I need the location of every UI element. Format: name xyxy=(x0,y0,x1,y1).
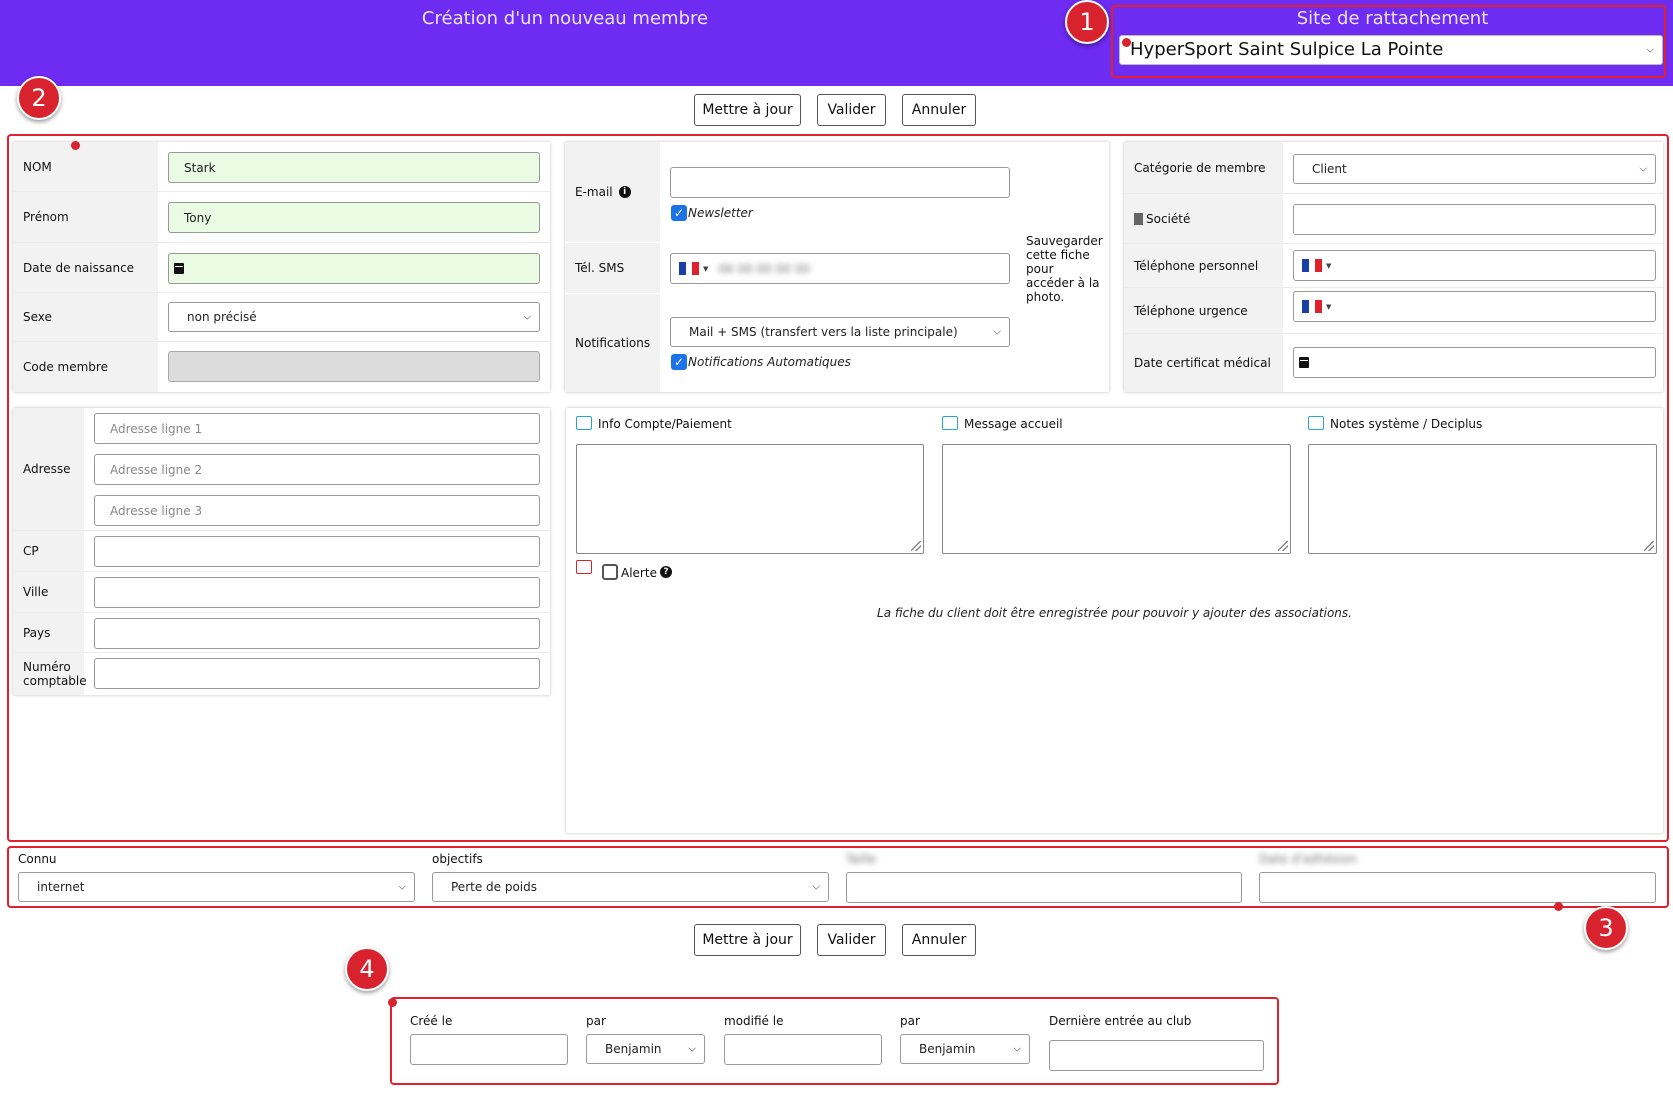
validate-button-top[interactable]: Valider xyxy=(817,94,886,126)
update-button-bottom[interactable]: Mettre à jour xyxy=(694,924,801,956)
marker-2-dot xyxy=(71,141,80,150)
highlight-box-3 xyxy=(7,846,1669,908)
marker-4-dot xyxy=(388,998,397,1007)
marker-4: 4 xyxy=(345,947,389,991)
marker-1-dot xyxy=(1122,38,1131,47)
validate-button-bottom[interactable]: Valider xyxy=(817,924,886,956)
marker-3-dot xyxy=(1554,902,1563,911)
highlight-box-2 xyxy=(7,134,1669,842)
marker-3: 3 xyxy=(1584,906,1628,950)
highlight-box-4 xyxy=(390,997,1279,1085)
cancel-button-bottom[interactable]: Annuler xyxy=(902,924,976,956)
marker-1: 1 xyxy=(1065,0,1109,44)
update-button-top[interactable]: Mettre à jour xyxy=(694,94,801,126)
page-title: Création d'un nouveau membre xyxy=(421,8,709,29)
marker-2: 2 xyxy=(17,76,61,120)
highlight-box-1 xyxy=(1111,5,1666,78)
cancel-button-top[interactable]: Annuler xyxy=(902,94,976,126)
